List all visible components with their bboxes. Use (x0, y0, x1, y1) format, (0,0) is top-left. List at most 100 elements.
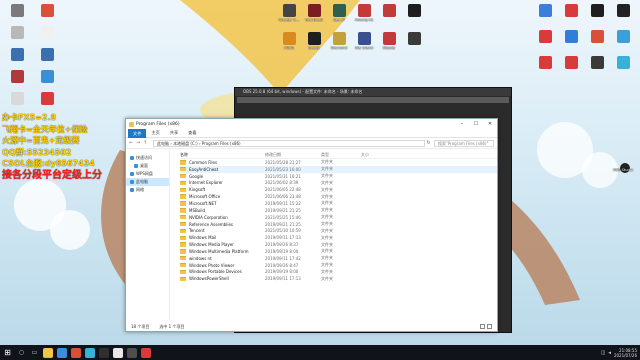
minimize-button[interactable]: – (455, 119, 469, 129)
file-row[interactable]: Microsoft Office 2021/06/06 23:48 文件夹 (180, 193, 497, 200)
desktop-icon[interactable] (558, 4, 584, 18)
desktop-icon[interactable]: Ready (301, 32, 327, 50)
taskbar-app-icon[interactable] (43, 347, 53, 358)
explorer-titlebar[interactable]: Program Files (x86) – ☐ ✕ (126, 119, 497, 129)
volume-icon[interactable]: ◂ (608, 350, 611, 356)
file-name: NVIDIA Corporation (189, 214, 228, 220)
app-icon (382, 32, 396, 45)
desktop-icon[interactable] (376, 4, 402, 18)
tab-file[interactable]: 文件 (128, 128, 147, 138)
search-input[interactable]: 搜索"Program Files (x86)" (434, 139, 494, 147)
desktop-icon[interactable]: Diamond (326, 32, 352, 50)
taskbar-app-icon[interactable] (71, 347, 81, 358)
maximize-button[interactable]: ☐ (469, 119, 483, 129)
tab-view[interactable]: 查看 (183, 130, 201, 136)
file-row[interactable]: MSBuild 2019/09/21 21:25 文件夹 (180, 207, 497, 214)
file-row[interactable]: Windows Portable Devices 2019/09/19 8:00 文… (180, 269, 497, 276)
desktop-icon[interactable] (532, 56, 558, 70)
desktop-icon[interactable]: Sky Island (351, 32, 377, 50)
file-row[interactable]: Internet Explorer 2021/06/02 8:39 文件夹 (180, 180, 497, 187)
desktop-icon[interactable] (584, 4, 610, 18)
desktop-icon[interactable] (584, 30, 610, 44)
file-row[interactable]: WindowsPowerShell 2019/09/11 17:13 文件夹 (180, 275, 497, 282)
taskbar-app-icon[interactable] (113, 347, 123, 358)
desktop-icon[interactable] (610, 30, 636, 44)
file-row[interactable]: Microsoft.NET 2019/09/11 15:22 文件夹 (180, 200, 497, 207)
network-icon[interactable]: ◫ (601, 350, 606, 356)
desktop-icon[interactable] (4, 48, 30, 62)
desktop-icon[interactable]: PUBG (276, 32, 302, 50)
sidebar-item[interactable]: 网络 (126, 186, 169, 194)
desktop-icon[interactable]: Bloody (376, 32, 402, 50)
desktop-icon[interactable] (532, 4, 558, 18)
back-arrow-icon[interactable]: ← (129, 140, 136, 146)
app-icon (357, 4, 371, 17)
file-row[interactable]: Reference Assemblies 2019/09/21 21:25 文件夹 (180, 221, 497, 228)
taskbar-app-icon[interactable] (127, 347, 137, 358)
file-row[interactable]: NVIDIA Corporation 2021/05/25 15:46 文件夹 (180, 214, 497, 221)
file-row[interactable]: windows nt 2019/09/11 17:42 文件夹 (180, 255, 497, 262)
desktop-icon[interactable]: Sea of (326, 4, 352, 22)
desktop-icon[interactable] (34, 70, 60, 84)
file-row[interactable]: Google 2021/05/31 16:21 文件夹 (180, 173, 497, 180)
tab-home[interactable]: 主页 (146, 130, 164, 136)
close-button[interactable]: ✕ (483, 119, 497, 129)
start-icon[interactable]: ⊞ (0, 348, 15, 357)
large-icons-view-icon[interactable] (487, 324, 492, 329)
clock[interactable]: 21:08:55 2021/07/26 (614, 348, 640, 358)
desktop-icon[interactable] (4, 26, 30, 40)
file-row[interactable]: Tencent 2021/05/30 10:59 文件夹 (180, 227, 497, 234)
tab-share[interactable]: 共享 (165, 130, 183, 136)
taskbar-app-icon[interactable] (99, 347, 109, 358)
desktop-icon[interactable] (34, 48, 60, 62)
file-row[interactable]: Common Files 2021/05/28 21:27 文件夹 (180, 159, 497, 166)
details-view-icon[interactable] (480, 324, 485, 329)
desktop-icon[interactable] (4, 92, 30, 106)
desktop-icon[interactable] (610, 56, 636, 70)
sidebar-item[interactable]: 快速访问 (126, 154, 169, 162)
desktop-icon[interactable] (558, 56, 584, 70)
desktop-icon[interactable]: Greater C... (276, 4, 302, 22)
file-row[interactable]: EasyAntiCheat 2021/05/23 16:00 文件夹 (180, 165, 497, 173)
desktop-icon[interactable] (4, 4, 30, 18)
modified-date: 2019/09/11 17:13 (265, 235, 301, 241)
task-view-icon[interactable]: ▭ (28, 349, 41, 356)
desktop-icon[interactable] (558, 30, 584, 44)
desktop-icon[interactable]: Among Us (351, 4, 377, 22)
file-explorer-window[interactable]: Program Files (x86) – ☐ ✕ 文件 主页 共享 查看 ← … (125, 118, 498, 332)
up-arrow-icon[interactable]: ↑ (143, 140, 150, 146)
file-row[interactable]: Windows Media Player 2019/09/26 8:37 文件夹 (180, 241, 497, 248)
desktop-icon[interactable]: Red Dead (301, 4, 327, 22)
file-row[interactable]: Windows Photo Viewer 2019/09/26 8:47 文件夹 (180, 262, 497, 269)
desktop-icon[interactable] (401, 4, 427, 18)
taskbar-app-icon[interactable] (85, 347, 95, 358)
desktop-icon[interactable] (610, 4, 636, 18)
desktop-icon[interactable] (584, 56, 610, 70)
address-bar[interactable]: 此电脑 › 本地磁盘 (C:) › Program Files (x86) (153, 139, 425, 147)
column-size[interactable]: 大小 (361, 152, 391, 158)
file-row[interactable]: Windows Multimedia Platform 2019/09/19 8:… (180, 248, 497, 255)
desktop-icon[interactable] (532, 30, 558, 44)
search-icon[interactable]: ○ (15, 349, 28, 356)
file-name-cell: Google (180, 174, 265, 179)
taskbar-app-icon[interactable] (57, 347, 67, 358)
column-type[interactable]: 类型 (321, 152, 361, 158)
desktop-icon[interactable] (34, 92, 60, 106)
sidebar-item[interactable]: 桌面 (126, 162, 169, 170)
desktop-icon[interactable] (4, 70, 30, 84)
sidebar-item[interactable]: WPS网盘 (126, 170, 169, 178)
column-name[interactable]: 名称 (180, 152, 265, 158)
desktop-icon[interactable] (401, 32, 427, 46)
file-row[interactable]: Kingsoft 2021/06/05 22:48 文件夹 (180, 186, 497, 193)
sidebar-item[interactable]: 此电脑 (126, 178, 169, 186)
column-date[interactable]: 修改日期 (265, 152, 321, 158)
app-icon (382, 4, 396, 17)
refresh-icon[interactable]: ↻ (425, 140, 432, 146)
taskbar-app-icon[interactable] (141, 347, 151, 358)
forward-arrow-icon[interactable]: → (136, 140, 143, 146)
file-name: Google (189, 173, 204, 179)
desktop-icon[interactable] (34, 26, 60, 40)
file-row[interactable]: Windows Mail 2019/09/11 17:13 文件夹 (180, 234, 497, 241)
desktop-icon[interactable] (34, 4, 60, 18)
desktop-icon-obs[interactable]: OBS Studio (610, 168, 636, 172)
